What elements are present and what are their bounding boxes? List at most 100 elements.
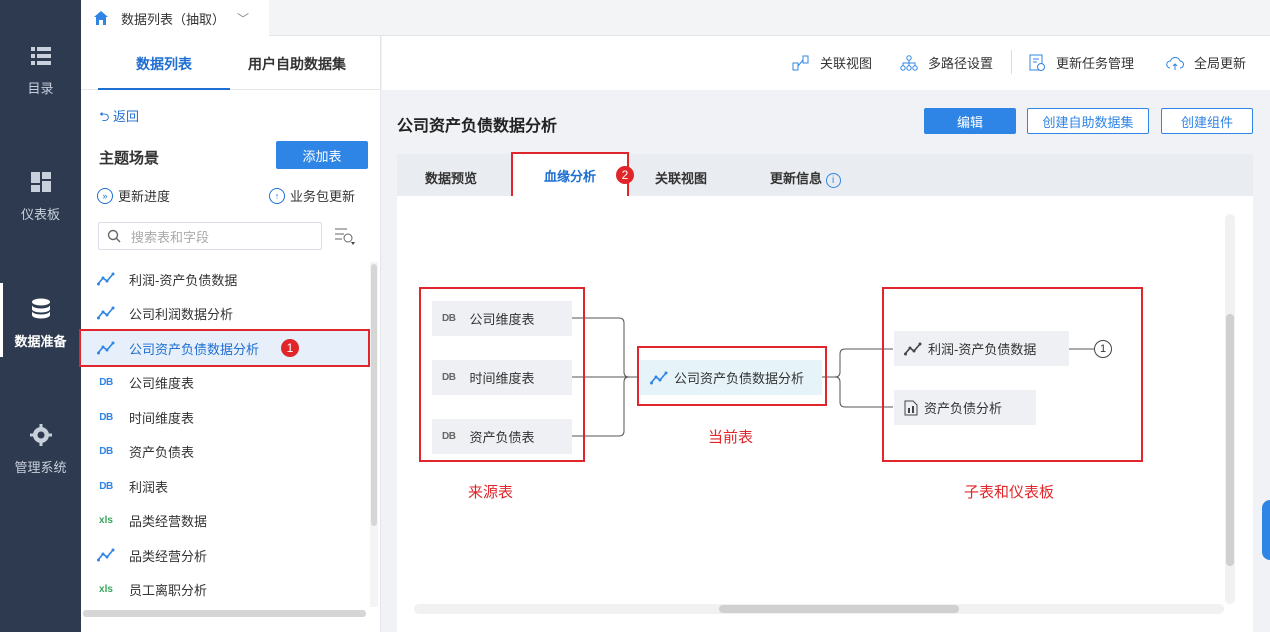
tab-update-info[interactable]: 更新信息 i (770, 168, 841, 188)
hierarchy-icon (900, 54, 918, 71)
table-name: 时间维度表 (129, 410, 195, 426)
db-table-icon: DB (99, 376, 113, 388)
multi-path-button[interactable]: 多路径设置 (900, 53, 993, 72)
current-highlight (637, 346, 827, 406)
multi-path-label: 多路径设置 (928, 56, 994, 71)
scrollbar-thumb[interactable] (371, 264, 377, 526)
table-name: 利润-资产负债数据 (129, 272, 238, 288)
current-label: 当前表 (708, 429, 754, 446)
gear-icon (29, 424, 52, 446)
db-table-icon: DB (99, 411, 113, 423)
database-icon (31, 298, 50, 319)
back-label: 返回 (113, 109, 140, 124)
nav-item-catalog[interactable]: 目录 (0, 44, 81, 97)
related-view-button[interactable]: 关联视图 (792, 53, 872, 72)
nav-label: 目录 (27, 81, 54, 96)
nav-item-dashboard[interactable]: 仪表板 (0, 170, 81, 223)
content-tabs: 数据预览 血缘分析 2 关联视图 更新信息 i (397, 152, 1253, 198)
nav-label: 管理系统 (14, 460, 67, 475)
chevron-down-icon[interactable]: ﹀ (237, 10, 249, 27)
nav-item-admin[interactable]: 管理系统 (0, 423, 81, 476)
db-table-icon: DB (99, 480, 113, 492)
page-title: 公司资产负债数据分析 (397, 118, 558, 135)
doc-tab-label: 数据列表（抽取） (121, 11, 226, 27)
step-badge: 1 (281, 339, 300, 357)
tab-update-info-label: 更新信息 (770, 171, 823, 186)
toolbar-divider (1011, 50, 1012, 74)
create-dataset-button[interactable]: 创建自助数据集 (1027, 108, 1149, 134)
list-icon (30, 47, 51, 65)
step-badge: 2 (616, 166, 634, 184)
global-update-label: 全局更新 (1194, 56, 1247, 71)
package-update-link[interactable]: ↑ 业务包更新 (269, 186, 355, 205)
nav-label: 仪表板 (20, 207, 60, 222)
upload-icon: ↑ (269, 187, 285, 204)
related-view-label: 关联视图 (820, 56, 873, 71)
children-highlight (882, 287, 1143, 462)
global-update-button[interactable]: 全局更新 (1166, 53, 1246, 72)
tab-data-preview[interactable]: 数据预览 (425, 168, 477, 187)
sources-label: 来源表 (468, 484, 514, 501)
excel-icon: xls (99, 514, 113, 526)
progress-icon: » (97, 187, 113, 204)
left-panel: 数据列表 用户自助数据集 ⮌ 返回 主题场景 添加表 » 更新进度 ↑ 业务包更… (79, 36, 381, 632)
package-update-label: 业务包更新 (290, 189, 356, 204)
table-name: 公司维度表 (129, 375, 195, 391)
db-table-icon: DB (99, 445, 113, 457)
list-item[interactable]: xls 员工离职分析 (81, 572, 368, 606)
update-progress-link[interactable]: » 更新进度 (97, 186, 170, 205)
analysis-icon (97, 341, 115, 355)
dashboard-icon (30, 172, 51, 192)
lineage-canvas: DB 公司维度表 DB 时间维度表 DB 资产负债表 公司资产负债数据分析 利润… (397, 196, 1253, 632)
table-name: 利润表 (129, 479, 169, 495)
list-item[interactable]: DB 时间维度表 (81, 400, 368, 434)
scrollbar-thumb[interactable] (719, 605, 959, 613)
edit-button[interactable]: 编辑 (924, 108, 1016, 134)
cloud-refresh-icon (1166, 56, 1184, 70)
sources-highlight (419, 287, 585, 462)
info-icon: i (825, 173, 841, 188)
back-link[interactable]: ⮌ 返回 (99, 106, 139, 130)
analysis-icon (97, 272, 115, 286)
search-input[interactable]: 搜索表和字段 (98, 222, 322, 250)
list-item[interactable]: 品类经营分析 (81, 538, 368, 572)
analysis-icon (97, 548, 115, 562)
table-name: 品类经营数据 (129, 513, 208, 529)
scrollbar-thumb[interactable] (1226, 314, 1234, 566)
list-item[interactable]: 公司利润数据分析 (81, 296, 368, 330)
nav-item-data-prep[interactable]: 数据准备 (0, 283, 81, 357)
add-table-button[interactable]: 添加表 (276, 141, 368, 169)
list-item[interactable]: DB 资产负债表 (81, 434, 368, 468)
tab-related-view[interactable]: 关联视图 (655, 168, 707, 187)
tab-self-dataset[interactable]: 用户自助数据集 (248, 54, 346, 74)
analysis-icon (97, 306, 115, 320)
table-name: 员工离职分析 (129, 582, 208, 598)
table-name: 品类经营分析 (129, 548, 208, 564)
tab-lineage[interactable]: 血缘分析 (511, 152, 629, 198)
table-name: 公司资产负债数据分析 (129, 341, 260, 357)
list-item[interactable]: 利润-资产负债数据 (81, 262, 368, 296)
filter-icon[interactable] (334, 226, 356, 246)
nav-label: 数据准备 (14, 334, 67, 349)
list-item[interactable]: DB 利润表 (81, 469, 368, 503)
task-management-button[interactable]: 更新任务管理 (1028, 53, 1134, 72)
list-item[interactable]: DB 公司维度表 (81, 365, 368, 399)
side-drawer-handle[interactable] (1262, 500, 1270, 560)
table-name: 资产负债表 (129, 444, 195, 460)
list-scrollbar-horizontal[interactable] (83, 610, 366, 617)
list-scrollbar[interactable] (370, 262, 378, 607)
canvas-scrollbar[interactable] (1225, 214, 1235, 604)
panel-tabs: 数据列表 用户自助数据集 (81, 36, 380, 90)
list-item[interactable]: xls 品类经营数据 (81, 503, 368, 537)
canvas-scrollbar-horizontal[interactable] (414, 604, 1224, 614)
task-management-label: 更新任务管理 (1056, 56, 1135, 71)
related-view-icon (792, 55, 809, 70)
search-icon (107, 229, 121, 243)
doc-tab[interactable]: 数据列表（抽取） ﹀ (81, 0, 269, 36)
tab-data-list[interactable]: 数据列表 (98, 54, 230, 90)
back-icon: ⮌ (99, 109, 110, 124)
excel-icon: xls (99, 583, 113, 595)
task-icon (1029, 54, 1045, 71)
list-item-selected[interactable]: 公司资产负债数据分析 1 (79, 329, 370, 367)
create-component-button[interactable]: 创建组件 (1161, 108, 1253, 134)
